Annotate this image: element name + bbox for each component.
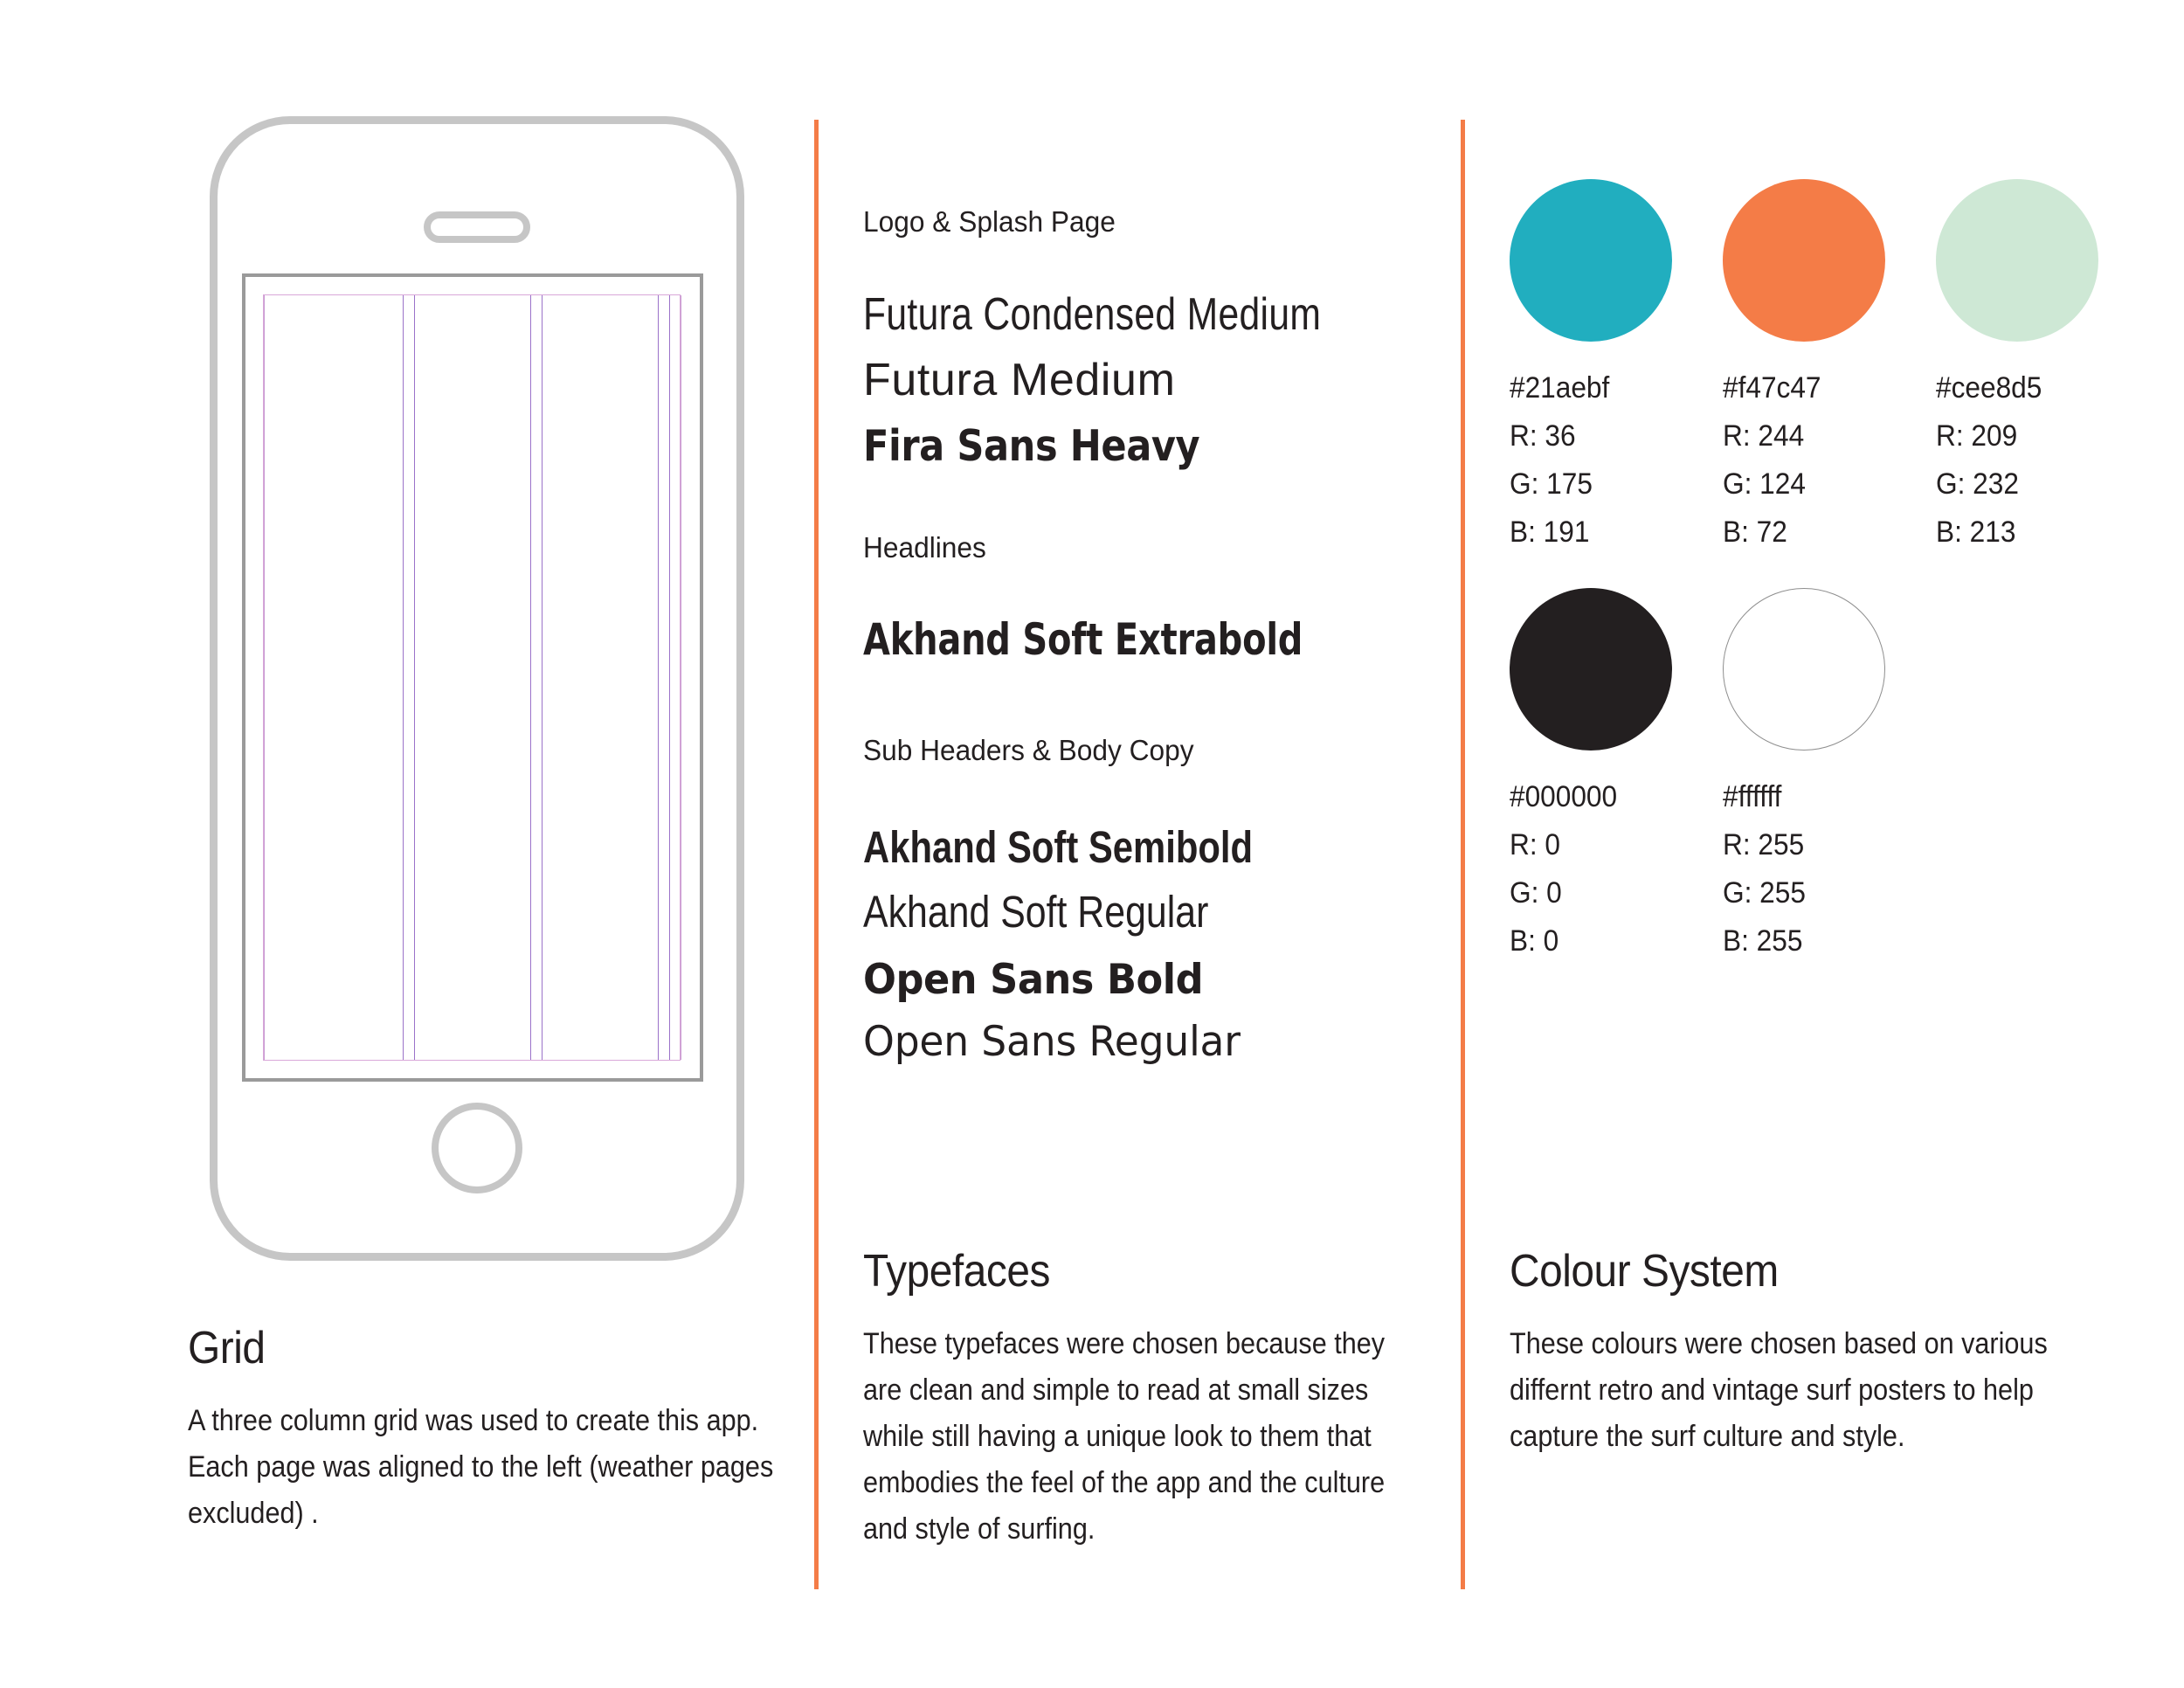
swatch-hex: #ffffff <box>1723 780 1782 813</box>
colour-swatch-grid: #21aebf R: 36 G: 175 B: 191 #f47c47 R: 2… <box>1510 179 2139 965</box>
swatch-blue-value: B: 191 <box>1510 515 1590 549</box>
swatch-info: #f47c47 R: 244 G: 124 B: 72 <box>1723 364 1936 557</box>
grid-section-title: Grid <box>188 1323 266 1373</box>
swatch-green-value: G: 0 <box>1510 876 1562 910</box>
grid-guide-line <box>658 295 659 1060</box>
swatch-blue-value: B: 255 <box>1723 924 1803 958</box>
swatch-red-value: R: 244 <box>1723 419 1805 453</box>
swatch-green-value: G: 232 <box>1936 467 2019 501</box>
swatch-hex: #f47c47 <box>1723 371 1821 405</box>
grid-guide-line <box>403 295 404 1060</box>
typeface-group-label-subheaders: Sub Headers & Body Copy <box>863 734 1194 766</box>
column-divider-right <box>1461 120 1465 1589</box>
grid-guide-line <box>414 295 415 1060</box>
typeface-group-label-logo: Logo & Splash Page <box>863 205 1116 238</box>
phone-home-button-icon <box>432 1103 522 1193</box>
grid-guide-line <box>264 295 265 1060</box>
swatch-hex: #21aebf <box>1510 371 1610 405</box>
swatch-blue-value: B: 72 <box>1723 515 1787 549</box>
grid-section-body: A three column grid was used to create t… <box>188 1404 774 1530</box>
grid-guide-line <box>542 295 543 1060</box>
swatch-red-value: R: 36 <box>1510 419 1576 453</box>
typefaces-section-body: These typefaces were chosen because they… <box>863 1327 1386 1546</box>
swatch-cell: #000000 R: 0 G: 0 B: 0 <box>1510 588 1723 965</box>
swatch-hex: #000000 <box>1510 780 1618 813</box>
swatch-green-value: G: 124 <box>1723 467 1806 501</box>
colour-swatch-circle <box>1936 179 2098 342</box>
style-guide-page: Grid A three column grid was used to cre… <box>0 0 2184 1688</box>
colour-swatch-circle <box>1510 179 1672 342</box>
swatch-info: #21aebf R: 36 G: 175 B: 191 <box>1510 364 1723 557</box>
colour-swatch-circle <box>1723 179 1885 342</box>
typeface-sample-fira-sans-heavy: Fira Sans Heavy <box>863 421 1200 471</box>
swatch-blue-value: B: 213 <box>1936 515 2016 549</box>
swatch-red-value: R: 209 <box>1936 419 2018 453</box>
swatch-cell: #21aebf R: 36 G: 175 B: 191 <box>1510 179 1723 557</box>
swatch-info: #000000 R: 0 G: 0 B: 0 <box>1510 773 1723 965</box>
typefaces-section-title: Typefaces <box>863 1246 1050 1297</box>
swatch-cell: #f47c47 R: 244 G: 124 B: 72 <box>1723 179 1936 557</box>
typeface-sample-futura-medium: Futura Medium <box>863 355 1176 405</box>
swatch-row: #21aebf R: 36 G: 175 B: 191 #f47c47 R: 2… <box>1510 179 2139 557</box>
swatch-hex: #cee8d5 <box>1936 371 2042 405</box>
typeface-sample-akhand-soft-extrabold: Akhand Soft Extrabold <box>863 614 1303 665</box>
typeface-sample-futura-condensed-medium: Futura Condensed Medium <box>863 289 1322 340</box>
swatch-cell: #ffffff R: 255 G: 255 B: 255 <box>1723 588 1936 965</box>
colour-swatch-circle <box>1510 588 1672 751</box>
grid-guide-line <box>669 295 670 1060</box>
typeface-sample-open-sans-regular: Open Sans Regular <box>863 1018 1241 1066</box>
swatch-green-value: G: 175 <box>1510 467 1593 501</box>
swatch-red-value: R: 0 <box>1510 828 1560 861</box>
swatch-row: #000000 R: 0 G: 0 B: 0 #ffffff R: 255 G:… <box>1510 588 2139 965</box>
swatch-blue-value: B: 0 <box>1510 924 1559 958</box>
phone-speaker-icon <box>424 211 530 243</box>
swatch-cell-empty <box>1936 588 2149 965</box>
swatch-red-value: R: 255 <box>1723 828 1805 861</box>
colour-swatch-circle <box>1723 588 1885 751</box>
typeface-group-label-headlines: Headlines <box>863 531 986 564</box>
typeface-sample-akhand-soft-regular: Akhand Soft Regular <box>863 887 1209 937</box>
swatch-cell: #cee8d5 R: 209 G: 232 B: 213 <box>1936 179 2149 557</box>
colour-system-section-body: These colours were chosen based on vario… <box>1510 1327 2048 1453</box>
colour-system-section-title: Colour System <box>1510 1246 1779 1297</box>
swatch-info: #ffffff R: 255 G: 255 B: 255 <box>1723 773 1936 965</box>
column-divider-left <box>814 120 819 1589</box>
swatch-green-value: G: 255 <box>1723 876 1806 910</box>
grid-guide-line <box>530 295 531 1060</box>
typeface-sample-open-sans-bold: Open Sans Bold <box>863 956 1204 1004</box>
typeface-sample-akhand-soft-semibold: Akhand Soft Semibold <box>863 822 1254 872</box>
grid-column-guides <box>263 294 681 1061</box>
swatch-info: #cee8d5 R: 209 G: 232 B: 213 <box>1936 364 2149 557</box>
